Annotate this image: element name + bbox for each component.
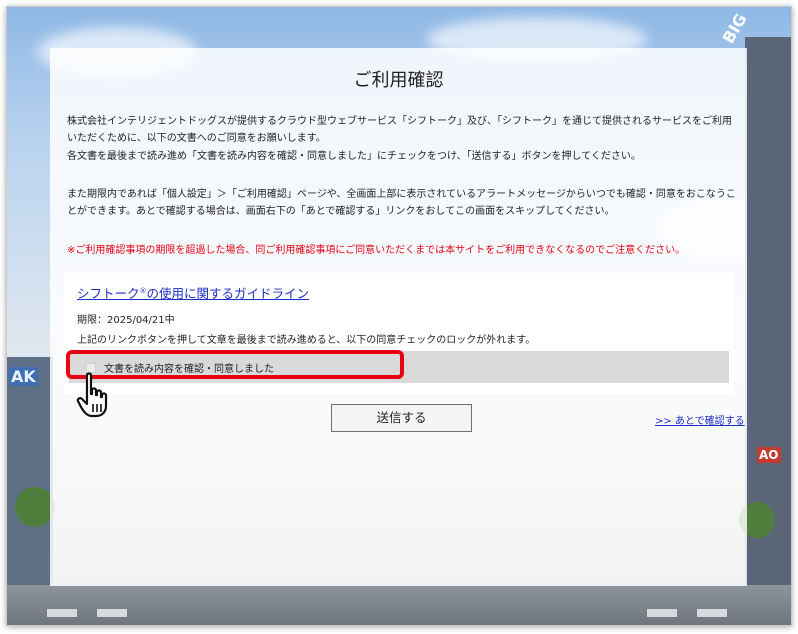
- document-deadline: 期限：2025/04/21中: [77, 315, 175, 326]
- agree-highlight-box: [66, 350, 404, 379]
- settings-text: また期限内であれば「個人設定」＞「ご利用確認」ページや、全画面上部に表示されてい…: [67, 186, 737, 220]
- document-link-suffix: の使用に関するガイドライン: [146, 286, 310, 301]
- road: [7, 585, 791, 625]
- crosswalk-stripe: [97, 609, 127, 617]
- sign-left: AK: [9, 367, 38, 386]
- document-link-prefix: シフトーク: [77, 286, 140, 301]
- document-link[interactable]: シフトーク®の使用に関するガイドライン: [77, 283, 309, 302]
- submit-button[interactable]: 送信する: [331, 404, 472, 432]
- instruction-text: 各文書を最後まで読み進め「文書を読み内容を確認・同意しました」にチェックをつけ、…: [67, 151, 641, 162]
- warning-text: ※ご利用確認事項の期限を超過した場合、同ご利用確認事項にご同意いただくまでは本サ…: [67, 245, 686, 256]
- page-title: ご利用確認: [353, 70, 444, 91]
- crosswalk-stripe: [647, 609, 677, 617]
- intro-line-1: 株式会社インテリジェントドッグスが提供するクラウド型ウェブサービス「シフトーク」…: [67, 116, 732, 127]
- tree: [15, 487, 55, 527]
- sign-right: AO: [757, 447, 781, 463]
- browser-frame: BIG AK AO ご利用確認 株式会社インテリジェントドッグスが提供するクラウ…: [6, 6, 792, 626]
- hand-pointer-icon: [76, 372, 108, 418]
- settings-line-1: また期限内であれば「個人設定」＞「ご利用確認」ページや、全画面上部に表示されてい…: [67, 189, 736, 200]
- settings-line-2: とができます。あとで確認する場合は、画面右下の「あとで確認する」リンクをおしてこ…: [67, 206, 615, 217]
- crosswalk-stripe: [47, 609, 77, 617]
- registered-mark: ®: [139, 286, 147, 295]
- crosswalk-stripe: [697, 609, 727, 617]
- lock-note: 上記のリンクボタンを押して文章を最後まで読み進めると、以下の同意チェックのロック…: [77, 335, 536, 346]
- check-later-link[interactable]: >> あとで確認する: [655, 412, 745, 427]
- building: [7, 357, 53, 597]
- intro-text: 株式会社インテリジェントドッグスが提供するクラウド型ウェブサービス「シフトーク」…: [67, 113, 737, 147]
- confirmation-panel: ご利用確認 株式会社インテリジェントドッグスが提供するクラウド型ウェブサービス「…: [50, 48, 747, 586]
- intro-line-2: いただくために、以下の文書へのご同意をお願いします。: [67, 133, 326, 144]
